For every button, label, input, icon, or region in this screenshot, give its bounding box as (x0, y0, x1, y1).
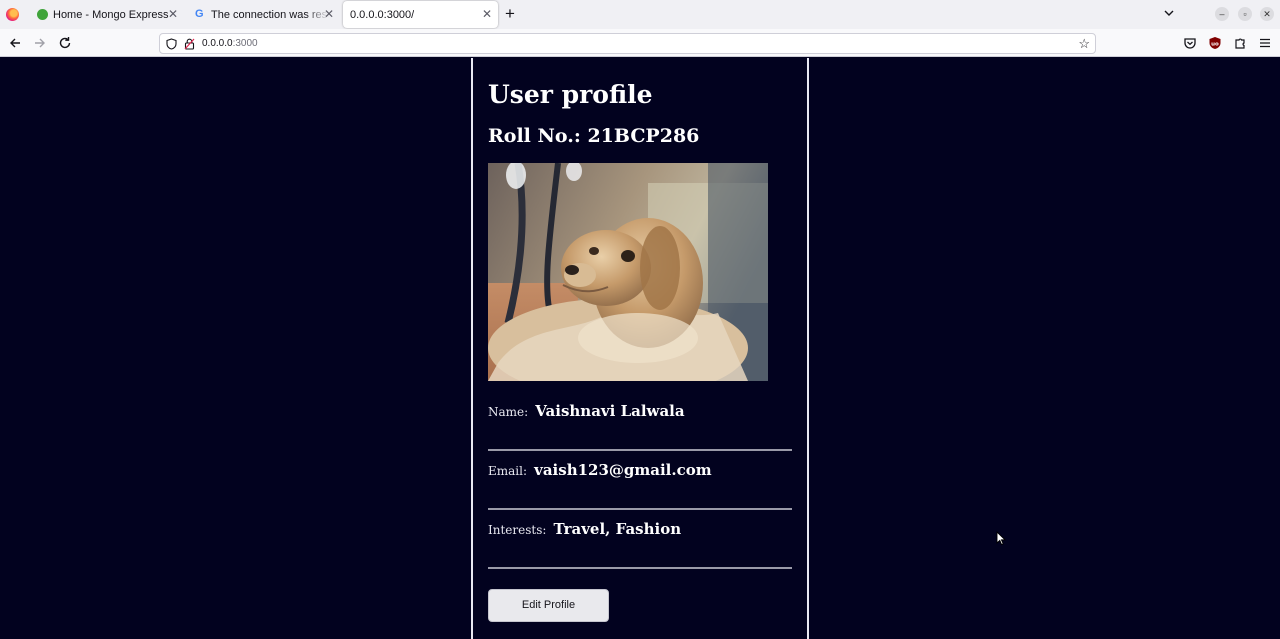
close-tab-icon[interactable]: ✕ (482, 7, 492, 21)
interests-value: Travel, Fashion (553, 520, 682, 538)
tab-active[interactable]: 0.0.0.0:3000/ ✕ (343, 1, 498, 28)
svg-text:uo: uo (1211, 42, 1219, 48)
name-value: Vaishnavi Lalwala (535, 402, 685, 420)
tab-strip: Home - Mongo Express ✕ G The connection … (0, 0, 1280, 29)
extensions-puzzle-icon[interactable] (1233, 36, 1247, 50)
new-tab-plus-icon[interactable]: + (505, 4, 515, 24)
minimize-window-icon[interactable]: – (1215, 7, 1229, 21)
pocket-icon[interactable] (1183, 36, 1197, 50)
tab-connection-reset[interactable]: G The connection was reset ✕ (188, 1, 340, 28)
tab-title: 0.0.0.0:3000/ (350, 8, 415, 21)
url-text: 0.0.0.0:3000 (202, 38, 258, 49)
edit-profile-button[interactable]: Edit Profile (488, 589, 609, 622)
name-row: Name: Vaishnavi Lalwala (488, 401, 792, 451)
hamburger-menu-icon[interactable] (1258, 36, 1272, 50)
bookmark-star-icon[interactable]: ☆ (1078, 36, 1090, 52)
restore-window-icon[interactable]: ▫ (1238, 7, 1252, 21)
close-tab-icon[interactable]: ✕ (324, 7, 334, 21)
roll-number: Roll No.: 21BCP286 (488, 125, 700, 147)
email-value: vaish123@gmail.com (534, 461, 712, 479)
mouse-cursor-icon (996, 531, 1006, 546)
list-all-tabs-chevron-icon[interactable] (1163, 7, 1175, 19)
reload-icon[interactable] (58, 36, 72, 50)
address-bar[interactable]: 0.0.0.0:3000 ☆ (159, 33, 1096, 54)
tab-title: The connection was reset (211, 8, 329, 21)
page-title: User profile (488, 80, 653, 109)
tab-title: Home - Mongo Express (53, 8, 169, 21)
email-label: Email: (488, 464, 528, 478)
profile-card: User profile Roll No.: 21BCP286 Name: Va… (471, 58, 809, 639)
forward-arrow-icon[interactable] (33, 36, 47, 50)
close-tab-icon[interactable]: ✕ (168, 7, 178, 21)
insecure-lock-icon[interactable] (184, 38, 195, 50)
navigation-toolbar: 0.0.0.0:3000 ☆ uo (0, 29, 1280, 57)
close-window-icon[interactable]: ✕ (1260, 7, 1274, 21)
back-arrow-icon[interactable] (8, 36, 22, 50)
firefox-logo-icon (6, 8, 19, 21)
interests-label: Interests: (488, 523, 547, 537)
ublock-origin-icon[interactable]: uo (1208, 36, 1222, 50)
tab-mongo-express[interactable]: Home - Mongo Express ✕ (30, 1, 184, 28)
interests-row: Interests: Travel, Fashion (488, 519, 792, 569)
tracking-protection-shield-icon[interactable] (166, 38, 177, 50)
page-viewport: User profile Roll No.: 21BCP286 Name: Va… (0, 58, 1280, 639)
email-row: Email: vaish123@gmail.com (488, 460, 792, 510)
google-favicon-icon: G (195, 8, 204, 20)
mongo-express-favicon-icon (37, 9, 48, 20)
profile-photo (488, 163, 768, 381)
name-label: Name: (488, 405, 529, 419)
